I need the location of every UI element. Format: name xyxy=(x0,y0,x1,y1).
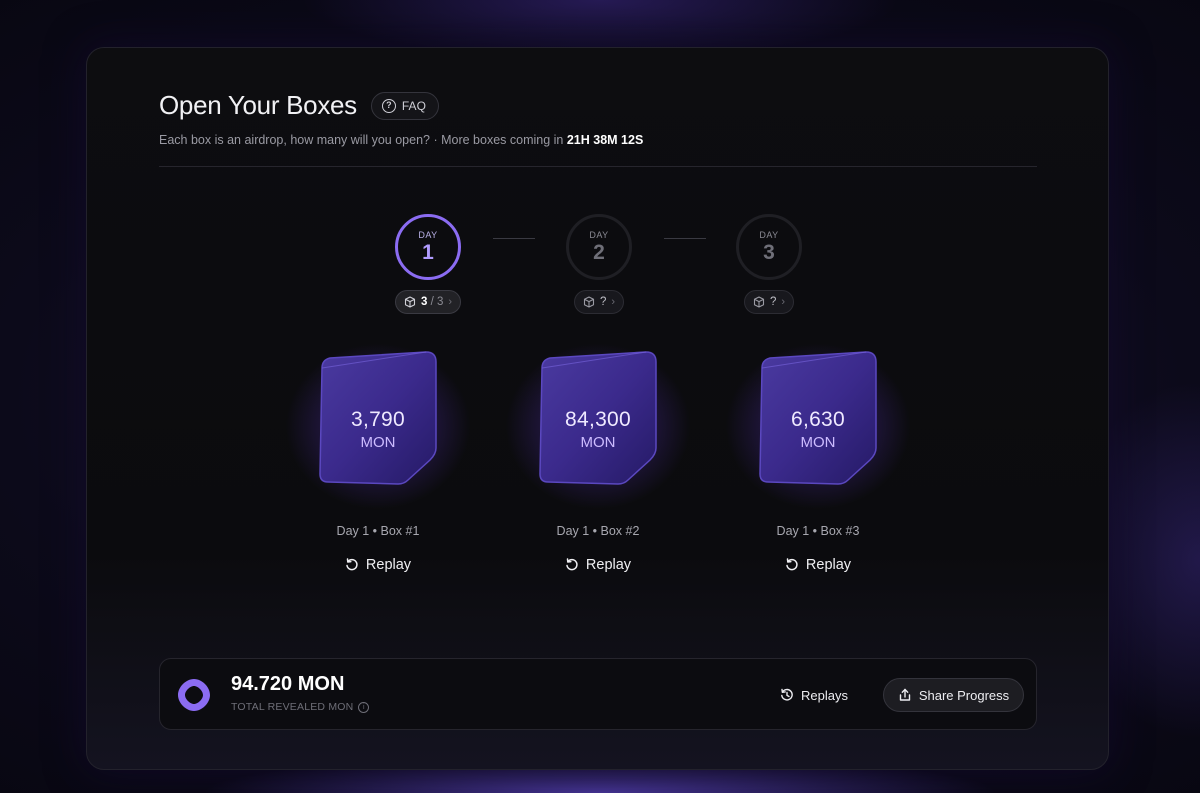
day-2-circle[interactable]: DAY 2 xyxy=(566,214,632,280)
title-row: Open Your Boxes ? FAQ xyxy=(159,90,643,121)
box-caption: Day 1 • Box #1 xyxy=(336,524,420,538)
box-card-1: 3,790 MON Day 1 • Box #1 Replay xyxy=(278,336,478,573)
subtitle: Each box is an airdrop, how many will yo… xyxy=(159,133,643,147)
boxes-card: Open Your Boxes ? FAQ Each box is an air… xyxy=(86,47,1109,770)
cube-icon xyxy=(404,296,416,308)
chevron-right-icon: › xyxy=(611,296,616,308)
info-icon[interactable]: i xyxy=(358,701,370,713)
box-unit: MON xyxy=(800,434,836,451)
page-title: Open Your Boxes xyxy=(159,90,357,120)
box-unit: MON xyxy=(580,434,616,451)
replay-button[interactable]: Replay xyxy=(328,552,428,578)
box-value: 6,630 xyxy=(790,408,846,431)
day-3-circle[interactable]: DAY 3 xyxy=(736,214,802,280)
share-progress-button[interactable]: Share Progress xyxy=(883,678,1024,712)
box-count: 3 / 3 xyxy=(421,296,443,308)
day-3-box-count[interactable]: ? › xyxy=(743,290,795,314)
cube-icon xyxy=(753,296,765,308)
day-label: DAY xyxy=(759,229,779,240)
replay-label: Replay xyxy=(805,557,852,573)
replays-button[interactable]: Replays xyxy=(780,681,848,709)
chevron-right-icon: › xyxy=(781,296,786,308)
cube-icon xyxy=(583,296,595,308)
history-icon xyxy=(781,688,793,701)
box-value: 3,790 xyxy=(350,408,406,431)
total-revealed-label-row: TOTAL REVEALED MON i xyxy=(231,701,370,713)
day-1-circle[interactable]: DAY 1 xyxy=(395,214,461,280)
day-label: DAY xyxy=(418,229,438,240)
boxes-total: / 3 xyxy=(430,296,444,308)
replay-label: Replay xyxy=(585,557,632,573)
day-step-3: DAY 3 ? › xyxy=(724,214,814,314)
day-2-box-count[interactable]: ? › xyxy=(573,290,625,314)
chevron-right-icon: › xyxy=(448,296,453,308)
box-unit: MON xyxy=(360,434,396,451)
faq-button[interactable]: ? FAQ xyxy=(370,91,439,120)
day-label: DAY xyxy=(589,229,609,240)
replays-label: Replays xyxy=(801,687,848,703)
replay-button[interactable]: Replay xyxy=(768,552,868,578)
countdown-timer: 21H 38M 12S xyxy=(566,133,644,147)
box-card-2: 84,300 MON Day 1 • Box #2 Replay xyxy=(498,336,698,573)
summary-footer: 94.720 MON TOTAL REVEALED MON i Replays … xyxy=(159,658,1037,730)
day-step-2: DAY 2 ? › xyxy=(554,214,644,314)
box-caption: Day 1 • Box #2 xyxy=(556,524,640,538)
day-number: 3 xyxy=(763,240,775,264)
monad-logo-icon xyxy=(178,679,210,711)
day-1-box-count[interactable]: 3 / 3 › xyxy=(394,290,462,314)
day-connector-1 xyxy=(493,238,535,239)
header: Open Your Boxes ? FAQ Each box is an air… xyxy=(159,90,643,147)
rotate-ccw-icon xyxy=(786,558,798,571)
boxes-opened: 3 xyxy=(420,296,428,308)
rotate-ccw-icon xyxy=(566,558,578,571)
share-progress-label: Share Progress xyxy=(918,687,1010,703)
box-value: 84,300 xyxy=(564,408,632,431)
subtitle-text: Each box is an airdrop, how many will yo… xyxy=(159,133,564,147)
day-number: 2 xyxy=(593,240,605,264)
replay-label: Replay xyxy=(365,557,412,573)
day-connector-2 xyxy=(664,238,706,239)
box-count-unknown: ? xyxy=(769,296,777,308)
total-revealed-value: 94.720 MON xyxy=(231,673,345,695)
question-circle-icon: ? xyxy=(381,98,396,113)
share-icon xyxy=(899,688,911,701)
box-caption: Day 1 • Box #3 xyxy=(776,524,860,538)
faq-label: FAQ xyxy=(401,98,426,113)
header-divider xyxy=(159,166,1037,167)
day-step-1: DAY 1 3 / 3 › xyxy=(383,214,473,314)
rotate-ccw-icon xyxy=(346,558,358,571)
day-number: 1 xyxy=(422,240,434,264)
box-count-unknown: ? xyxy=(599,296,607,308)
box-card-3: 6,630 MON Day 1 • Box #3 Replay xyxy=(718,336,918,573)
total-revealed-label: TOTAL REVEALED MON xyxy=(231,701,354,713)
replay-button[interactable]: Replay xyxy=(548,552,648,578)
